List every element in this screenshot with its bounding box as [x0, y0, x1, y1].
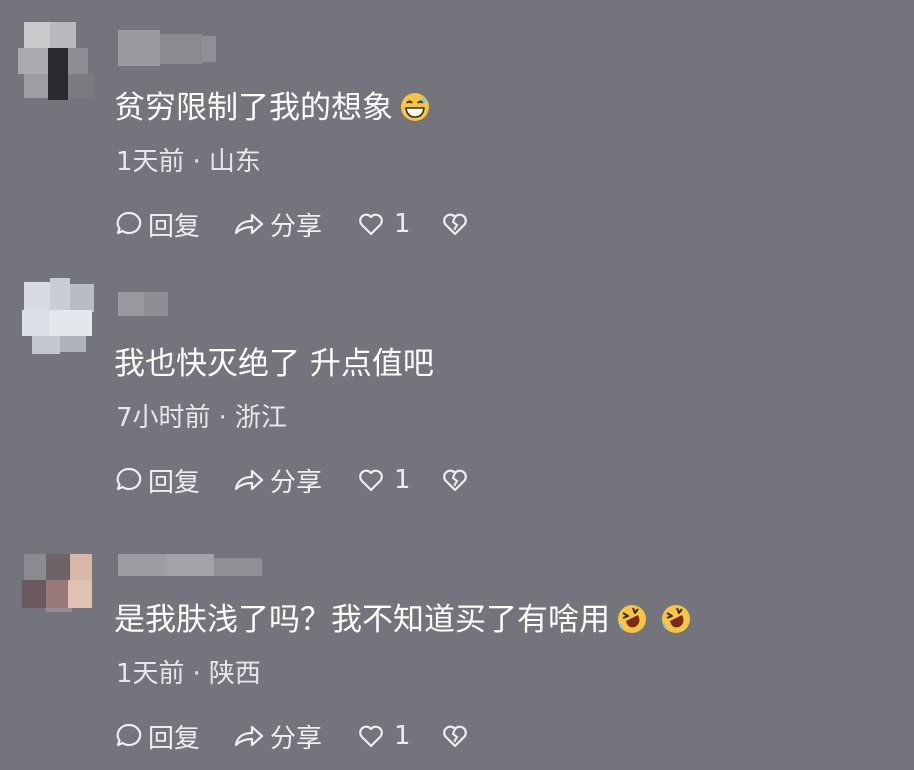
comment-actions: 回复 分享 1: [114, 462, 480, 498]
like-button[interactable]: 1: [356, 209, 440, 239]
comment-text: 贫穷限制了我的想象: [114, 86, 431, 130]
broken-heart-icon: [443, 469, 467, 492]
comment-meta: 1天前 · 山东: [116, 144, 261, 180]
grinning-sweat-emoji: [401, 93, 429, 121]
comment-bubble-icon: [116, 467, 142, 491]
like-count: 1: [394, 465, 411, 495]
share-button[interactable]: 分享: [232, 462, 356, 499]
comment-location: 浙江: [234, 403, 287, 433]
comment-time: 1天前: [116, 147, 185, 177]
share-button[interactable]: 分享: [232, 206, 356, 243]
avatar[interactable]: [18, 534, 96, 612]
rolling-laughing-emoji: [618, 605, 646, 633]
comment-location: 陕西: [208, 659, 261, 689]
comment-meta: 7小时前 · 浙江: [116, 400, 287, 436]
comment-time: 1天前: [116, 659, 185, 689]
share-label: 分享: [270, 467, 323, 498]
dislike-button[interactable]: [440, 209, 480, 239]
broken-heart-icon: [443, 213, 467, 236]
broken-heart-icon: [443, 725, 467, 748]
reply-button[interactable]: 回复: [114, 206, 232, 243]
share-arrow-icon: [234, 469, 264, 491]
comment-list: 贫穷限制了我的想象 1天前 · 山东 回复 分享 1 我也快灭绝了 升点值吧 7…: [0, 0, 914, 770]
reply-label: 回复: [148, 467, 201, 498]
reply-button[interactable]: 回复: [114, 718, 232, 755]
like-count: 1: [394, 209, 411, 239]
meta-separator: ·: [218, 403, 227, 433]
comment-actions: 回复 分享 1: [114, 206, 480, 242]
comment-item: 我也快灭绝了 升点值吧 7小时前 · 浙江 回复 分享 1: [0, 256, 914, 512]
share-label: 分享: [270, 723, 323, 754]
share-arrow-icon: [234, 213, 264, 235]
share-label: 分享: [270, 211, 323, 242]
comment-text: 是我肤浅了吗？我不知道买了有啥用: [114, 598, 692, 642]
like-button[interactable]: 1: [356, 721, 440, 751]
comment-location: 山东: [208, 147, 261, 177]
avatar[interactable]: [18, 278, 96, 356]
comment-actions: 回复 分享 1: [114, 718, 480, 754]
rolling-laughing-emoji: [662, 605, 690, 633]
heart-icon: [359, 213, 383, 236]
heart-icon: [359, 469, 383, 492]
like-count: 1: [394, 721, 411, 751]
heart-icon: [359, 725, 383, 748]
meta-separator: ·: [192, 659, 201, 689]
reply-label: 回复: [148, 211, 201, 242]
comment-item: 贫穷限制了我的想象 1天前 · 山东 回复 分享 1: [0, 0, 914, 256]
dislike-button[interactable]: [440, 721, 480, 751]
like-button[interactable]: 1: [356, 465, 440, 495]
share-button[interactable]: 分享: [232, 718, 356, 755]
comment-bubble-icon: [116, 211, 142, 235]
dislike-button[interactable]: [440, 465, 480, 495]
comment-meta: 1天前 · 陕西: [116, 656, 261, 692]
comment-time: 7小时前: [116, 403, 211, 433]
share-arrow-icon: [234, 725, 264, 747]
reply-button[interactable]: 回复: [114, 462, 232, 499]
reply-label: 回复: [148, 723, 201, 754]
avatar[interactable]: [18, 22, 96, 100]
meta-separator: ·: [192, 147, 201, 177]
comment-bubble-icon: [116, 723, 142, 747]
comment-text: 我也快灭绝了 升点值吧: [114, 346, 434, 382]
comment-item: 是我肤浅了吗？我不知道买了有啥用 1天前 · 陕西 回复 分享 1: [0, 512, 914, 768]
